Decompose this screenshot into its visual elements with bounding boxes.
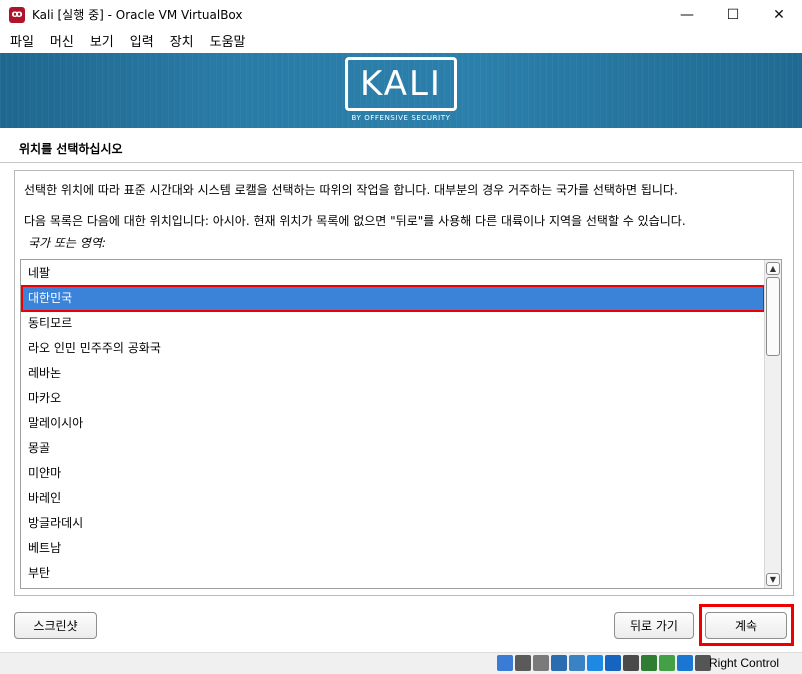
list-item[interactable]: 부탄 — [22, 560, 764, 585]
list-scrollbar[interactable]: ▲ ▼ — [764, 260, 781, 588]
kali-banner: KALI BY OFFENSIVE SECURITY — [0, 53, 802, 128]
description-text: 선택한 위치에 따라 표준 시간대와 시스템 로캘을 선택하는 따위의 작업을 … — [24, 183, 678, 197]
screenshot-button[interactable]: 스크린샷 — [14, 612, 97, 639]
scroll-thumb[interactable] — [766, 277, 780, 356]
window-controls: — ☐ ✕ — [664, 0, 802, 29]
minimize-button[interactable]: — — [664, 0, 710, 29]
menu-input[interactable]: 입력 — [124, 31, 160, 50]
kali-logo-text: KALI — [360, 64, 442, 104]
host-key-label: Right Control — [709, 656, 780, 670]
list-item[interactable]: 바레인 — [22, 485, 764, 510]
network-icon[interactable] — [551, 655, 567, 671]
list-item-selected[interactable]: 대한민국 — [22, 285, 764, 310]
audio-icon[interactable] — [533, 655, 549, 671]
menu-devices[interactable]: 장치 — [164, 31, 200, 50]
window-title: Kali [실행 중] - Oracle VM VirtualBox — [32, 8, 243, 22]
list-item[interactable]: 마카오 — [22, 385, 764, 410]
menu-help[interactable]: 도움말 — [204, 31, 252, 50]
usb-icon[interactable] — [569, 655, 585, 671]
shared-folders-icon[interactable] — [587, 655, 603, 671]
title-bar: ꝏ Kali [실행 중] - Oracle VM VirtualBox — ☐… — [0, 0, 802, 29]
status-icons — [497, 655, 711, 671]
menu-bar: 파일 머신 보기 입력 장치 도움말 — [0, 29, 802, 52]
content-panel: 선택한 위치에 따라 표준 시간대와 시스템 로캘을 선택하는 따위의 작업을 … — [14, 170, 794, 596]
location-list-info: 다음 목록은 다음에 대한 위치입니다: 아시아. 현재 위치가 목록에 없으면… — [24, 214, 686, 228]
list-item[interactable]: 몽골 — [22, 435, 764, 460]
display-icon[interactable] — [605, 655, 621, 671]
hard-disk-icon[interactable] — [497, 655, 513, 671]
status-bar: Right Control — [0, 652, 802, 674]
close-button[interactable]: ✕ — [756, 0, 802, 29]
mouse-integration-icon[interactable] — [677, 655, 693, 671]
kali-logo: KALI — [345, 57, 457, 111]
virtualbox-app-icon: ꝏ — [9, 6, 25, 23]
list-item[interactable]: 말레이시아 — [22, 410, 764, 435]
menu-machine[interactable]: 머신 — [44, 31, 80, 50]
optical-drive-icon[interactable] — [515, 655, 531, 671]
list-item[interactable]: 라오 인민 민주주의 공화국 — [22, 335, 764, 360]
video-capture-icon[interactable] — [623, 655, 639, 671]
back-button[interactable]: 뒤로 가기 — [614, 612, 694, 639]
step-title: 위치를 선택하십시오 — [19, 142, 123, 156]
menu-view[interactable]: 보기 — [84, 31, 120, 50]
continue-button[interactable]: 계속 — [705, 612, 787, 639]
menu-file[interactable]: 파일 — [4, 31, 40, 50]
cpu-icon[interactable] — [641, 655, 657, 671]
list-item[interactable]: 동티모르 — [22, 310, 764, 335]
scroll-down-arrow-icon[interactable]: ▼ — [766, 573, 780, 586]
country-field-label: 국가 또는 영역: — [28, 236, 106, 250]
guest-additions-icon[interactable] — [659, 655, 675, 671]
maximize-button[interactable]: ☐ — [710, 0, 756, 29]
list-item[interactable]: 베트남 — [22, 535, 764, 560]
scroll-up-arrow-icon[interactable]: ▲ — [766, 262, 780, 275]
kali-logo-subtitle: BY OFFENSIVE SECURITY — [351, 114, 451, 122]
list-item[interactable]: 레바논 — [22, 360, 764, 385]
list-item[interactable]: 미얀마 — [22, 460, 764, 485]
list-item[interactable]: 방글라데시 — [22, 510, 764, 535]
list-item[interactable]: 네팔 — [22, 260, 764, 285]
country-listbox[interactable]: 네팔 대한민국 동티모르 라오 인민 민주주의 공화국 레바논 마카오 말레이시… — [20, 259, 782, 589]
header-divider — [0, 162, 802, 163]
